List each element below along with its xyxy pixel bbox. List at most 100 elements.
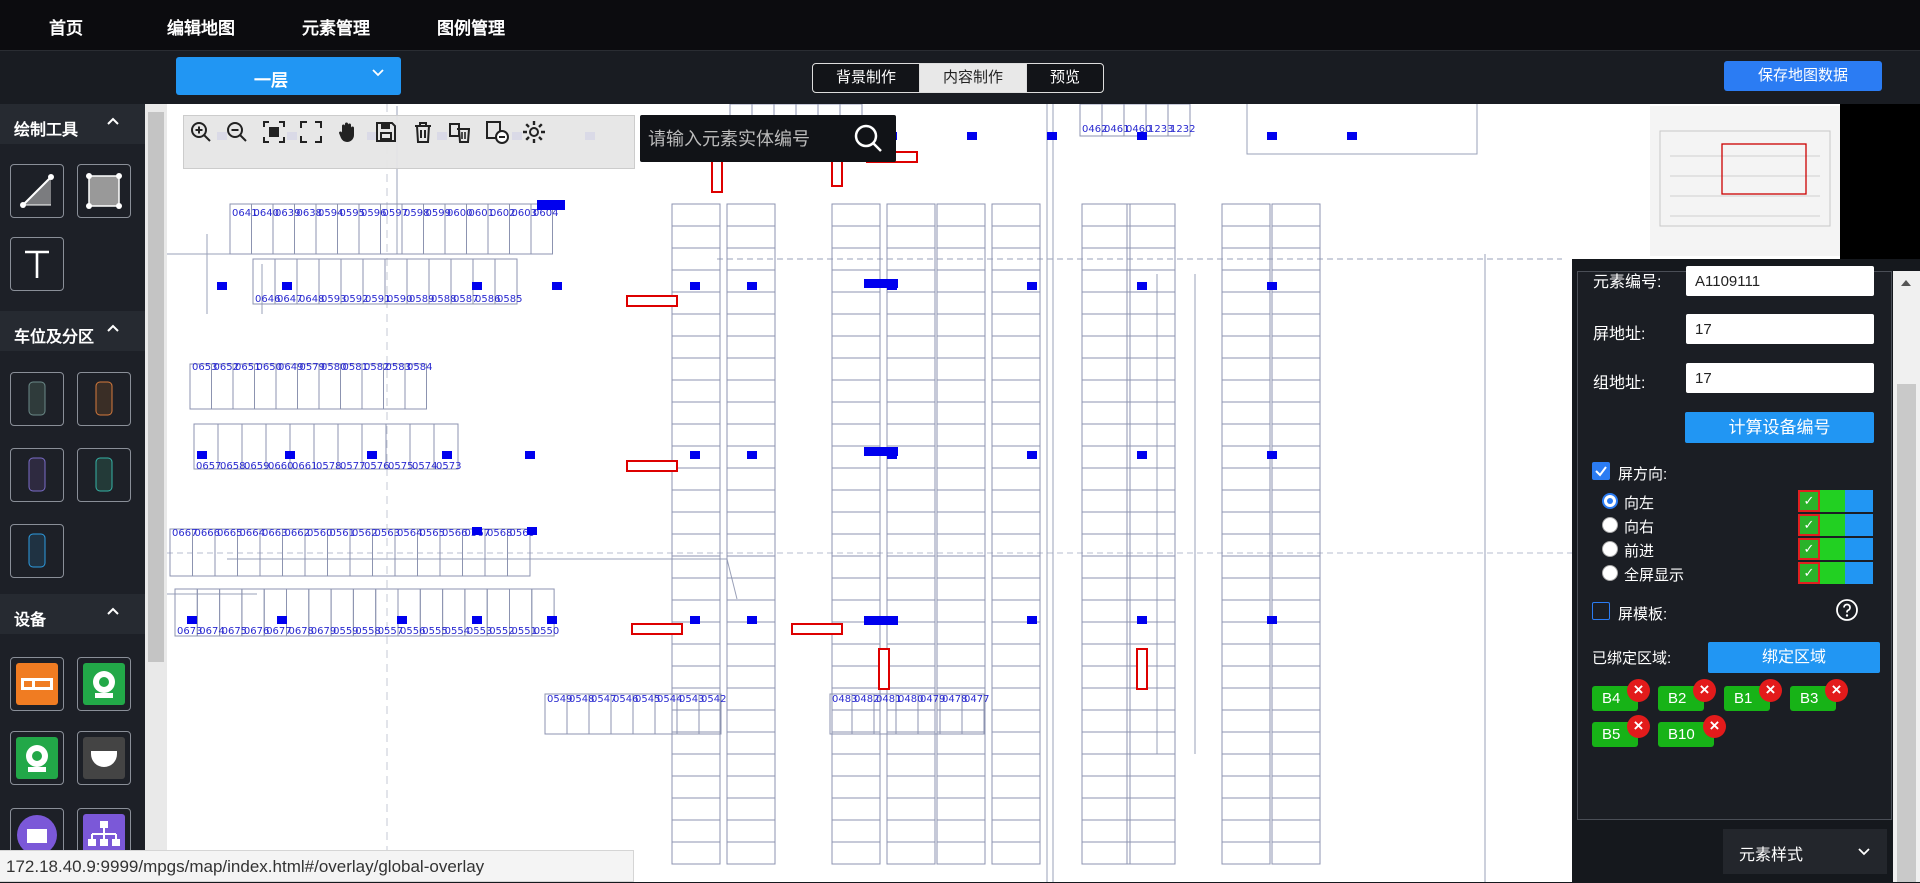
left-panel-scrollbar[interactable] (145, 104, 167, 882)
devices-header[interactable]: 设备 (0, 594, 145, 634)
remove-zone-icon[interactable]: × (1703, 715, 1726, 738)
parking-sensor-marker (747, 451, 757, 459)
nav-edit-map[interactable]: 编辑地图 (167, 14, 235, 39)
parking-stall (886, 665, 936, 689)
zone-chip-b3[interactable]: B3 × (1790, 679, 1848, 711)
parking-sensor-marker (397, 616, 407, 624)
screen-template-checkbox[interactable] (1592, 602, 1610, 620)
zone-chip-b4[interactable]: B4 × (1592, 679, 1650, 711)
parking-stall (1221, 357, 1271, 381)
direction-radio-forward[interactable] (1602, 541, 1618, 557)
parking-sensor-marker (527, 527, 537, 535)
device-detector[interactable] (10, 731, 64, 785)
parking-stall (671, 665, 721, 689)
parking-stall (831, 753, 881, 777)
settings-icon[interactable] (522, 120, 546, 144)
parking-stall (1221, 709, 1271, 733)
parking-stall (1081, 731, 1131, 755)
scrollbar-thumb[interactable] (1897, 384, 1916, 882)
tab-preview[interactable]: 预览 (1027, 64, 1103, 92)
direction-radio-left[interactable] (1602, 493, 1618, 509)
tab-content[interactable]: 内容制作 (920, 64, 1028, 92)
draw-line-tool[interactable] (10, 164, 64, 218)
parking-stall (726, 401, 776, 425)
remove-zone-icon[interactable]: × (1627, 715, 1650, 738)
search-button[interactable] (840, 115, 896, 162)
direction-color-fullscreen[interactable]: ✓ (1798, 562, 1873, 584)
parking-stall (831, 841, 881, 865)
direction-radio-fullscreen[interactable] (1602, 565, 1618, 581)
parking-space-gray[interactable] (10, 372, 64, 426)
element-style-dropdown[interactable]: 元素样式 (1723, 829, 1887, 874)
fullscreen-icon[interactable] (299, 120, 323, 144)
parking-stall (1271, 379, 1321, 403)
draw-text-tool[interactable] (10, 237, 64, 291)
parking-stall (1081, 709, 1131, 733)
parking-stall (831, 775, 881, 799)
parking-stall (1221, 643, 1271, 667)
parking-stall (671, 225, 721, 249)
element-id-input[interactable] (1686, 266, 1874, 296)
remove-zone-icon[interactable]: × (1825, 679, 1848, 702)
right-panel-scrollbar[interactable] (1893, 271, 1920, 882)
floor-select[interactable]: 一层 (176, 57, 401, 95)
nav-element-management[interactable]: 元素管理 (302, 14, 370, 39)
device-camera[interactable] (77, 657, 131, 711)
save-icon[interactable] (374, 120, 398, 144)
draw-rect-tool[interactable] (77, 164, 131, 218)
device-dome-camera[interactable] (77, 731, 131, 785)
parking-space-purple[interactable] (10, 448, 64, 502)
scroll-up-icon[interactable] (1900, 277, 1912, 289)
map-canvas[interactable]: 0641 0640 0639 0638 0594 0595 0596 0597 0598 0599… (167, 104, 1572, 882)
minimap[interactable] (1572, 104, 1920, 259)
delete-all-icon[interactable] (448, 120, 472, 144)
parking-sensor-marker (1027, 451, 1037, 459)
bind-zone-button[interactable]: 绑定区域 (1708, 642, 1880, 673)
scrollbar-thumb[interactable] (148, 112, 164, 662)
direction-radio-right[interactable] (1602, 517, 1618, 533)
parking-sensor-marker (1027, 616, 1037, 624)
parking-space-orange[interactable] (77, 372, 131, 426)
direction-color-right[interactable]: ✓ (1798, 514, 1873, 536)
chevron-up-icon (106, 114, 120, 132)
parking-stall (936, 797, 986, 821)
stall-label: 0661 (292, 461, 317, 472)
parking-stall (1271, 203, 1321, 227)
screen-address-input[interactable] (1686, 314, 1874, 344)
parking-stall (936, 313, 986, 337)
element-search-input[interactable] (646, 123, 840, 155)
draw-tools-header[interactable]: 绘制工具 (0, 104, 145, 144)
zone-chip-b2[interactable]: B2 × (1658, 679, 1716, 711)
parking-stall (1271, 665, 1321, 689)
zone-chip-b5[interactable]: B5 × (1592, 715, 1650, 747)
chevron-up-icon (106, 321, 120, 339)
parking-header[interactable]: 车位及分区 (0, 311, 145, 351)
parking-stall (936, 335, 986, 359)
nav-home[interactable]: 首页 (49, 14, 83, 39)
device-led-screen[interactable] (10, 657, 64, 711)
parking-stall (726, 687, 776, 711)
nav-legend-management[interactable]: 图例管理 (437, 14, 505, 39)
remove-zone-icon[interactable]: × (1693, 679, 1716, 702)
remove-zone-icon[interactable]: × (1759, 679, 1782, 702)
direction-color-forward[interactable]: ✓ (1798, 538, 1873, 560)
zone-chip-b10[interactable]: B10 × (1658, 715, 1726, 747)
parking-space-teal[interactable] (77, 448, 131, 502)
calc-device-number-button[interactable]: 计算设备编号 (1685, 412, 1874, 443)
tab-background[interactable]: 背景制作 (813, 64, 921, 92)
group-address-input[interactable] (1686, 363, 1874, 393)
zoom-out-icon[interactable] (225, 120, 249, 144)
zoom-in-icon[interactable] (189, 120, 213, 144)
parking-stall (1081, 775, 1131, 799)
fit-screen-icon[interactable] (262, 120, 286, 144)
hand-pan-icon[interactable] (336, 120, 360, 144)
zone-chip-b1[interactable]: B1 × (1724, 679, 1782, 711)
save-map-button[interactable]: 保存地图数据 (1724, 61, 1882, 91)
delete-selected-icon[interactable] (485, 120, 509, 144)
screen-direction-checkbox[interactable] (1592, 462, 1610, 480)
remove-zone-icon[interactable]: × (1627, 679, 1650, 702)
delete-icon[interactable] (411, 120, 435, 144)
help-icon[interactable] (1835, 598, 1859, 622)
parking-space-blue[interactable] (10, 524, 64, 578)
direction-color-left[interactable]: ✓ (1798, 490, 1873, 512)
